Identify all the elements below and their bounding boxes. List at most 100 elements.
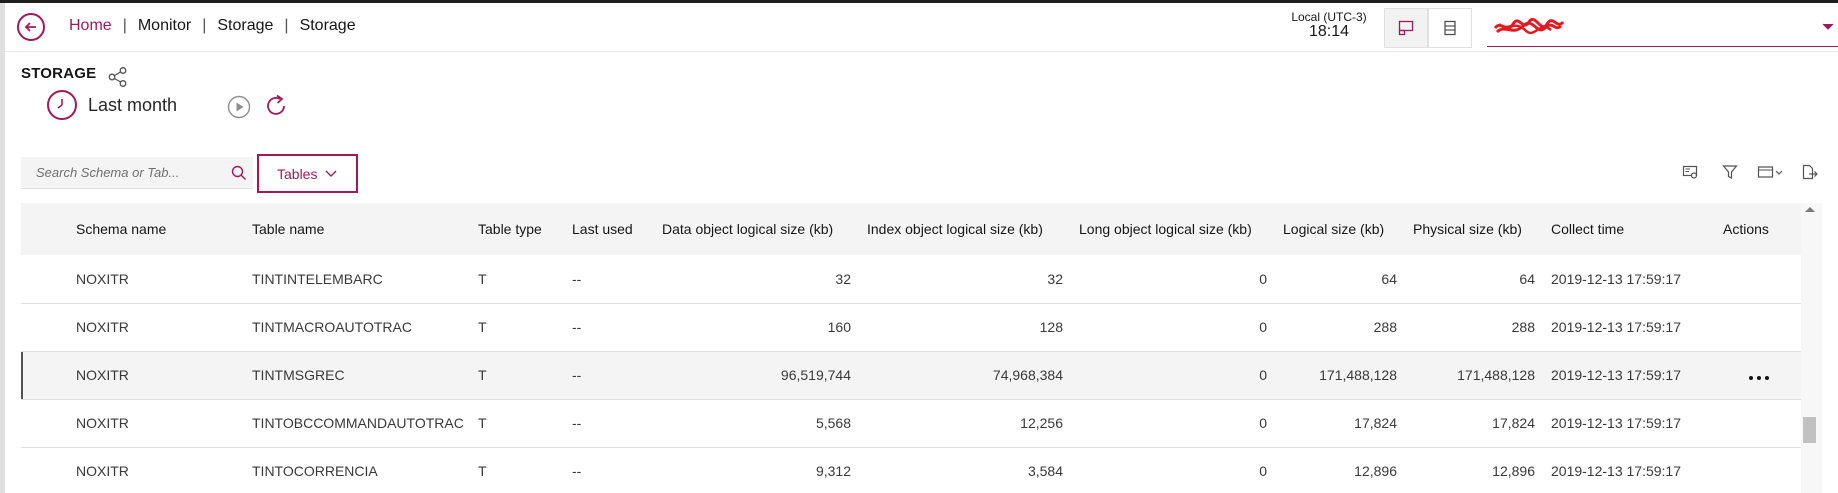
index-size-cell: 128 [859, 303, 1071, 352]
settings-view-button[interactable] [1670, 162, 1710, 182]
chevron-down-icon [325, 170, 337, 177]
table-row[interactable]: NOXITR TINTOCORRENCIA T -- 9,312 3,584 0… [21, 447, 1802, 493]
column-header[interactable]: Schema name [68, 203, 244, 255]
page-title: STORAGE [21, 65, 97, 82]
table-type-cell: T [470, 351, 564, 400]
overflow-menu-icon[interactable] [1748, 376, 1769, 380]
scrollbar-thumb[interactable] [1803, 417, 1816, 443]
dashboard-view-icon [1398, 20, 1414, 36]
column-header[interactable]: Table type [470, 203, 564, 255]
dashboard-view-button[interactable] [1384, 8, 1428, 48]
breadcrumb-monitor[interactable]: Monitor [138, 17, 191, 35]
table-type-cell: T [470, 447, 564, 493]
export-button[interactable] [1790, 162, 1830, 182]
index-size-cell: 32 [859, 255, 1071, 304]
index-size-cell: 74,968,384 [859, 351, 1071, 400]
breadcrumb-home[interactable]: Home [69, 17, 112, 35]
breadcrumb-current: Storage [299, 17, 356, 34]
row-select-cell [21, 399, 68, 448]
actions-cell [1715, 399, 1802, 448]
row-select-cell [21, 303, 68, 352]
logical-size-cell: 17,824 [1275, 399, 1405, 448]
app-header: Home | Monitor | Storage | Storage Local… [5, 3, 1838, 52]
storage-table: Schema name Table name Table type Last u… [21, 203, 1822, 493]
filter-button[interactable] [1710, 162, 1750, 182]
play-icon[interactable] [227, 95, 251, 119]
search-icon[interactable] [231, 165, 247, 181]
actions-cell [1715, 303, 1802, 352]
last-used-cell: -- [564, 255, 654, 304]
search-box [21, 157, 253, 189]
column-header[interactable]: Collect time [1543, 203, 1715, 255]
actions-cell [1715, 447, 1802, 493]
back-arrow-icon [24, 22, 36, 32]
logical-size-cell: 12,896 [1275, 447, 1405, 493]
table-name-cell: TINTINTELEMBARC [244, 255, 470, 304]
table-toolbar [1670, 162, 1830, 182]
list-view-button[interactable] [1428, 8, 1472, 48]
tables-dropdown[interactable]: Tables [257, 154, 358, 193]
table-scrollbar[interactable] [1801, 203, 1822, 493]
search-input[interactable] [21, 165, 221, 180]
long-size-cell: 0 [1071, 303, 1275, 352]
table-name-cell: TINTOBCCOMMANDAUTOTRAC [244, 399, 470, 448]
clock-icon [47, 90, 77, 120]
logical-size-cell: 171,488,128 [1275, 351, 1405, 400]
time-range-selector[interactable]: Last month [47, 90, 177, 120]
collect-time-cell: 2019-12-13 17:59:17 [1543, 303, 1715, 352]
schema-name-cell: NOXITR [68, 447, 244, 493]
table-name-cell: TINTMACROAUTOTRAC [244, 303, 470, 352]
table-row[interactable]: NOXITR TINTINTELEMBARC T -- 32 32 0 64 6… [21, 255, 1802, 304]
logical-size-cell: 288 [1275, 303, 1405, 352]
long-size-cell: 0 [1071, 447, 1275, 493]
table-row[interactable]: NOXITR TINTOBCCOMMANDAUTOTRAC T -- 5,568… [21, 399, 1802, 448]
row-select-header [21, 203, 68, 255]
column-header[interactable]: Long object logical size (kb) [1071, 203, 1275, 255]
physical-size-cell: 64 [1405, 255, 1543, 304]
table-row[interactable]: NOXITR TINTMACROAUTOTRAC T -- 160 128 0 … [21, 303, 1802, 352]
export-icon [1802, 164, 1818, 180]
last-used-cell: -- [564, 447, 654, 493]
column-header[interactable]: Data object logical size (kb) [654, 203, 859, 255]
breadcrumb-storage[interactable]: Storage [217, 17, 273, 35]
redacted-scribble [1493, 18, 1565, 35]
long-size-cell: 0 [1071, 399, 1275, 448]
last-used-cell: -- [564, 351, 654, 400]
physical-size-cell: 288 [1405, 303, 1543, 352]
settings-view-icon [1682, 165, 1698, 179]
schema-name-cell: NOXITR [68, 255, 244, 304]
filter-icon [1722, 165, 1738, 179]
column-header[interactable]: Last used [564, 203, 654, 255]
long-size-cell: 0 [1071, 351, 1275, 400]
table-row[interactable]: NOXITR TINTMSGREC T -- 96,519,744 74,968… [21, 351, 1802, 400]
row-select-cell [21, 351, 68, 400]
column-header[interactable]: Table name [244, 203, 470, 255]
column-header[interactable]: Logical size (kb) [1275, 203, 1405, 255]
data-size-cell: 9,312 [654, 447, 859, 493]
logical-size-cell: 64 [1275, 255, 1405, 304]
refresh-icon[interactable] [265, 93, 289, 119]
column-header[interactable]: Physical size (kb) [1405, 203, 1543, 255]
long-size-cell: 0 [1071, 255, 1275, 304]
time-range-label: Last month [88, 94, 178, 115]
scroll-up-arrow[interactable] [1805, 207, 1815, 212]
back-button[interactable] [17, 13, 45, 41]
column-settings-button[interactable] [1750, 162, 1790, 182]
collect-time-cell: 2019-12-13 17:59:17 [1543, 399, 1715, 448]
physical-size-cell: 17,824 [1405, 399, 1543, 448]
breadcrumb-separator: | [202, 17, 207, 34]
data-size-cell: 160 [654, 303, 859, 352]
share-icon[interactable] [107, 66, 129, 88]
physical-size-cell: 12,896 [1405, 447, 1543, 493]
list-view-icon [1444, 20, 1456, 36]
index-size-cell: 12,256 [859, 399, 1071, 448]
column-header: Actions [1715, 203, 1802, 255]
user-dropdown[interactable] [1487, 11, 1838, 47]
column-header[interactable]: Index object logical size (kb) [859, 203, 1071, 255]
data-size-cell: 96,519,744 [654, 351, 859, 400]
schema-name-cell: NOXITR [68, 303, 244, 352]
table-type-cell: T [470, 255, 564, 304]
schema-name-cell: NOXITR [68, 351, 244, 400]
breadcrumb: Home | Monitor | Storage | Storage [69, 17, 356, 35]
table-name-cell: TINTOCORRENCIA [244, 447, 470, 493]
